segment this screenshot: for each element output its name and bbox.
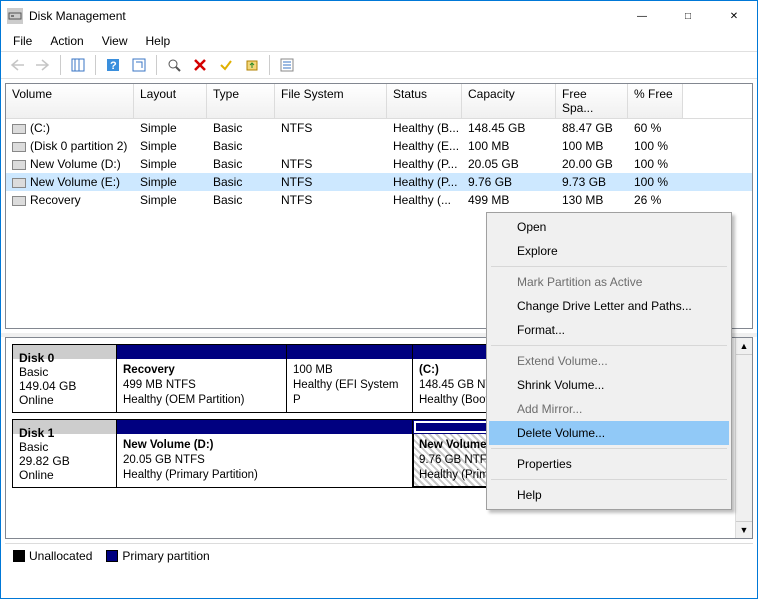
table-row[interactable]: RecoverySimpleBasicNTFSHealthy (...499 M… — [6, 191, 752, 209]
refresh-button[interactable] — [127, 53, 151, 77]
window-title: Disk Management — [29, 9, 619, 23]
unallocated-swatch — [13, 550, 25, 562]
table-row[interactable]: New Volume (D:)SimpleBasicNTFSHealthy (P… — [6, 155, 752, 173]
cm-change-letter[interactable]: Change Drive Letter and Paths... — [489, 294, 729, 318]
cm-open[interactable]: Open — [489, 215, 729, 239]
cm-help[interactable]: Help — [489, 483, 729, 507]
partition[interactable]: New Volume (D:)20.05 GB NTFSHealthy (Pri… — [117, 420, 413, 487]
volume-icon — [12, 178, 26, 188]
col-filesystem[interactable]: File System — [275, 84, 387, 118]
scroll-up-icon[interactable]: ▲ — [736, 338, 752, 355]
minimize-button[interactable]: — — [619, 1, 665, 31]
cm-explore[interactable]: Explore — [489, 239, 729, 263]
col-status[interactable]: Status — [387, 84, 462, 118]
maximize-button[interactable]: □ — [665, 1, 711, 31]
menubar: File Action View Help — [1, 31, 757, 51]
cm-mark-active: Mark Partition as Active — [489, 270, 729, 294]
table-row[interactable]: (Disk 0 partition 2)SimpleBasicHealthy (… — [6, 137, 752, 155]
table-row[interactable]: (C:)SimpleBasicNTFSHealthy (B...148.45 G… — [6, 119, 752, 137]
menu-file[interactable]: File — [5, 32, 40, 50]
disk-info[interactable]: Disk 0Basic149.04 GBOnline — [13, 345, 117, 412]
legend: Unallocated Primary partition — [5, 543, 753, 567]
menu-action[interactable]: Action — [42, 32, 91, 50]
volume-icon — [12, 160, 26, 170]
settings-button[interactable] — [66, 53, 90, 77]
col-free[interactable]: Free Spa... — [556, 84, 628, 118]
back-button[interactable] — [5, 53, 29, 77]
toolbar: ? — [1, 51, 757, 79]
cm-properties[interactable]: Properties — [489, 452, 729, 476]
scrollbar[interactable]: ▲ ▼ — [735, 338, 752, 538]
properties-button[interactable] — [275, 53, 299, 77]
close-button[interactable]: ✕ — [711, 1, 757, 31]
volume-icon — [12, 196, 26, 206]
scroll-down-icon[interactable]: ▼ — [736, 521, 752, 538]
up-button[interactable] — [240, 53, 264, 77]
cm-format[interactable]: Format... — [489, 318, 729, 342]
menu-help[interactable]: Help — [138, 32, 179, 50]
col-layout[interactable]: Layout — [134, 84, 207, 118]
rescan-button[interactable] — [162, 53, 186, 77]
col-type[interactable]: Type — [207, 84, 275, 118]
col-volume[interactable]: Volume — [6, 84, 134, 118]
svg-text:?: ? — [110, 60, 117, 72]
cm-delete-volume[interactable]: Delete Volume... — [489, 421, 729, 445]
cm-extend: Extend Volume... — [489, 349, 729, 373]
titlebar: Disk Management — □ ✕ — [1, 1, 757, 31]
table-row[interactable]: New Volume (E:)SimpleBasicNTFSHealthy (P… — [6, 173, 752, 191]
volume-icon — [12, 142, 26, 152]
legend-unallocated: Unallocated — [29, 549, 92, 563]
partition[interactable]: 100 MBHealthy (EFI System P — [287, 345, 413, 412]
legend-primary: Primary partition — [122, 549, 209, 563]
volume-icon — [12, 124, 26, 134]
primary-swatch — [106, 550, 118, 562]
check-button[interactable] — [214, 53, 238, 77]
cm-shrink[interactable]: Shrink Volume... — [489, 373, 729, 397]
disk-info[interactable]: Disk 1Basic29.82 GBOnline — [13, 420, 117, 487]
cm-add-mirror: Add Mirror... — [489, 397, 729, 421]
forward-button[interactable] — [31, 53, 55, 77]
help-icon-button[interactable]: ? — [101, 53, 125, 77]
app-icon — [7, 8, 23, 24]
partition[interactable]: Recovery499 MB NTFSHealthy (OEM Partitio… — [117, 345, 287, 412]
context-menu: Open Explore Mark Partition as Active Ch… — [486, 212, 732, 510]
delete-button[interactable] — [188, 53, 212, 77]
col-pctfree[interactable]: % Free — [628, 84, 683, 118]
col-capacity[interactable]: Capacity — [462, 84, 556, 118]
menu-view[interactable]: View — [94, 32, 136, 50]
volume-list-header: Volume Layout Type File System Status Ca… — [6, 84, 752, 119]
